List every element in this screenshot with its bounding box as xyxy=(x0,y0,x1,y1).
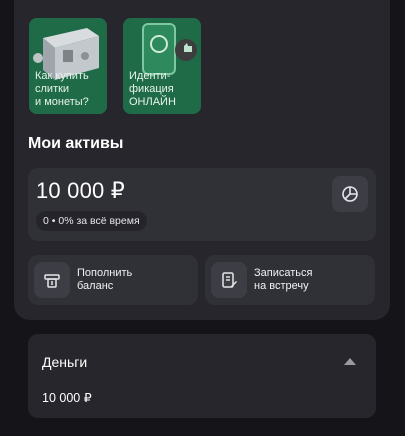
pie-chart-icon xyxy=(342,186,358,202)
assets-title: Мои активы xyxy=(28,135,124,152)
document-icon-box xyxy=(211,262,247,298)
document-edit-icon xyxy=(222,272,237,288)
assets-balance: 10 000 ₽ xyxy=(36,178,125,203)
assets-summary-card: 10 000 ₽ 0 • 0% за всё время xyxy=(28,168,376,241)
story-label: Иденти- фикация ОНЛАЙН xyxy=(129,70,176,108)
assets-change-badge: 0 • 0% за всё время xyxy=(36,211,147,231)
deposit-icon xyxy=(44,274,60,288)
deposit-icon-box xyxy=(34,262,70,298)
story-label: Как купить слитки и монеты? xyxy=(35,70,89,108)
top-up-label: Пополнить баланс xyxy=(77,267,133,292)
money-title: Деньги xyxy=(42,354,88,370)
stories-row: Как купить слитки и монеты? Иденти- фика… xyxy=(29,18,201,114)
story-buy-bullion[interactable]: Как купить слитки и монеты? xyxy=(29,18,107,114)
caret-up-icon[interactable] xyxy=(344,357,356,365)
money-value: 10 000 ₽ xyxy=(42,391,92,405)
top-up-balance-button[interactable]: Пополнить баланс xyxy=(28,255,198,305)
analytics-button[interactable] xyxy=(332,176,368,212)
book-meeting-label: Записаться на встречу xyxy=(254,267,313,292)
money-section[interactable]: Деньги 10 000 ₽ xyxy=(28,334,376,418)
story-online-identification[interactable]: Иденти- фикация ОНЛАЙН xyxy=(123,18,201,114)
book-meeting-button[interactable]: Записаться на встречу xyxy=(205,255,375,305)
